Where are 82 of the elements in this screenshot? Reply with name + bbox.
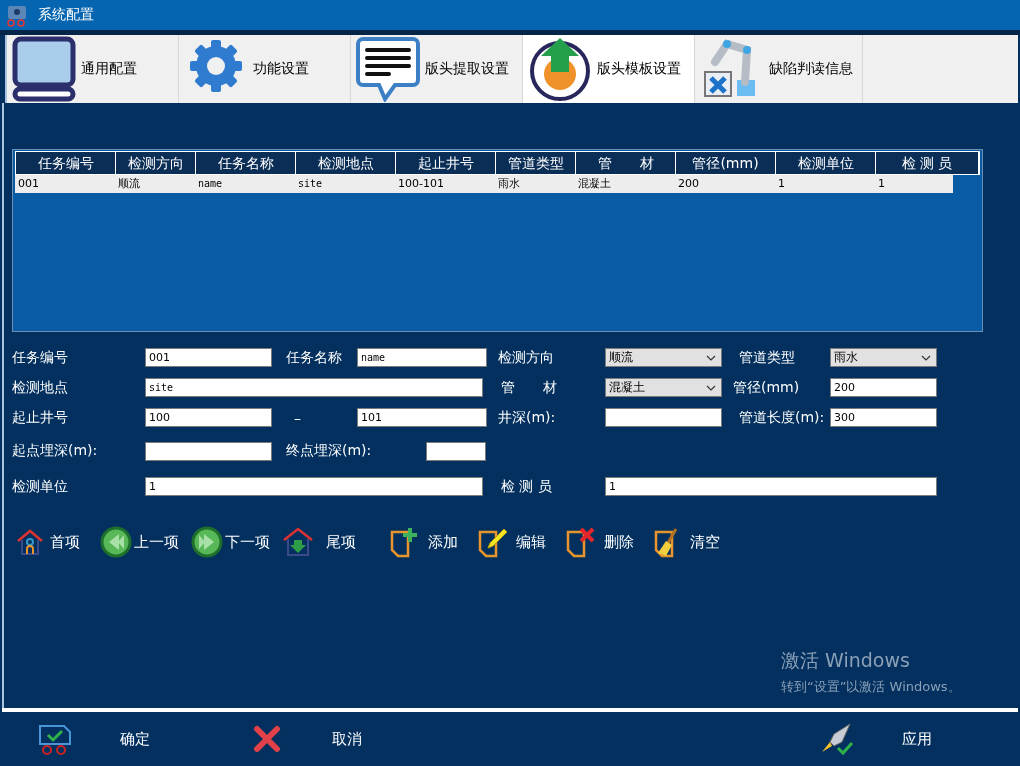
upload-icon bbox=[527, 36, 593, 102]
input-field[interactable]: site bbox=[145, 378, 483, 397]
field-label: 管道类型 bbox=[739, 348, 796, 367]
field-label: 检测单位 bbox=[12, 477, 69, 496]
table-cell-text: 100-101 bbox=[397, 176, 445, 192]
table-cell-text: site bbox=[297, 177, 324, 191]
chevron-down-icon bbox=[706, 384, 716, 391]
home-icon bbox=[16, 528, 44, 556]
column-header[interactable]: 管 材 bbox=[576, 152, 676, 174]
dropdown[interactable]: 顺流 bbox=[605, 348, 722, 367]
edit-document-icon bbox=[476, 526, 508, 558]
range-separator: – bbox=[293, 409, 302, 426]
field-label: 检测方向 bbox=[498, 348, 555, 367]
input-field[interactable] bbox=[605, 408, 722, 427]
field-label: 起止井号 bbox=[12, 408, 69, 427]
input-field[interactable]: name bbox=[357, 348, 487, 367]
toolbar-button[interactable]: 编辑 bbox=[476, 526, 546, 558]
footer-button[interactable]: 取消 bbox=[246, 723, 368, 755]
table-cell-text: 1 bbox=[877, 176, 886, 192]
input-field[interactable]: 101 bbox=[357, 408, 487, 427]
toolbar-button[interactable]: 上一项 bbox=[100, 526, 179, 558]
chevron-down-icon bbox=[921, 354, 931, 361]
cart-check-icon bbox=[38, 722, 72, 756]
field-label: 任务编号 bbox=[12, 348, 69, 367]
table-cell-text: 001 bbox=[17, 176, 40, 192]
delete-document-icon bbox=[564, 526, 596, 558]
activation-title: 激活 Windows bbox=[781, 648, 911, 673]
footer-button[interactable]: 应用 bbox=[814, 721, 938, 757]
activation-message: 转到“设置”以激活 Windows。 bbox=[781, 678, 961, 696]
field-label: 检 测 员 bbox=[501, 477, 553, 496]
field-label: 终点埋深(m): bbox=[286, 442, 373, 460]
input-field[interactable]: 1 bbox=[605, 477, 937, 496]
input-field[interactable]: 200 bbox=[830, 378, 937, 397]
toolbar-button[interactable]: 下一项 bbox=[191, 526, 270, 558]
field-label: 井深(m): bbox=[498, 408, 557, 427]
column-header[interactable]: 管道类型 bbox=[496, 152, 576, 174]
footer-button[interactable]: 确定 bbox=[32, 721, 156, 757]
table-cell-text: 顺流 bbox=[117, 176, 141, 192]
column-header[interactable]: 起止井号 bbox=[396, 152, 496, 174]
close-icon bbox=[252, 724, 282, 754]
toolbar-button[interactable]: 删除 bbox=[564, 526, 634, 558]
column-header[interactable]: 检测地点 bbox=[296, 152, 396, 174]
field-label: 检测地点 bbox=[12, 378, 69, 397]
input-field[interactable]: 001 bbox=[145, 348, 272, 367]
input-field[interactable] bbox=[145, 441, 272, 461]
input-field[interactable] bbox=[426, 441, 486, 461]
window-title: 系统配置 bbox=[38, 6, 94, 24]
column-header[interactable]: 任务编号 bbox=[16, 152, 116, 174]
input-field[interactable]: 1 bbox=[145, 477, 483, 496]
monitor-icon bbox=[11, 36, 77, 102]
add-document-icon bbox=[388, 526, 420, 558]
column-header[interactable]: 检测单位 bbox=[776, 152, 876, 174]
table-cell-text: 混凝土 bbox=[577, 176, 612, 192]
field-label: 起点埋深(m): bbox=[12, 442, 99, 460]
table-row[interactable]: 001 顺流 name site 100-101 雨水 混凝土 200 1 1 bbox=[15, 175, 953, 193]
table-cell-text: 200 bbox=[677, 176, 700, 192]
field-label: 管 材 bbox=[501, 378, 558, 397]
chevron-down-icon bbox=[706, 354, 716, 361]
fast-forward-icon bbox=[191, 526, 223, 558]
rocket-check-icon bbox=[820, 722, 854, 756]
toolbar-button[interactable]: 添加 bbox=[388, 526, 458, 558]
column-header[interactable]: 管径(mm) bbox=[676, 152, 776, 174]
column-header[interactable]: 检测方向 bbox=[116, 152, 196, 174]
input-field[interactable]: 300 bbox=[830, 408, 937, 427]
column-header[interactable]: 检 测 员 bbox=[876, 152, 979, 174]
table-cell-text: 雨水 bbox=[497, 176, 521, 192]
table-cell-text: name bbox=[197, 177, 224, 191]
toolbar-button[interactable]: 清空 bbox=[652, 526, 720, 558]
input-field[interactable]: 100 bbox=[145, 408, 272, 427]
column-header[interactable]: 任务名称 bbox=[196, 152, 296, 174]
dropdown[interactable]: 雨水 bbox=[830, 348, 937, 367]
home-down-arrow-icon bbox=[282, 526, 314, 558]
toolbar-button[interactable]: 首项 bbox=[16, 528, 80, 556]
dropdown[interactable]: 混凝土 bbox=[605, 378, 722, 397]
field-label: 管径(mm) bbox=[733, 378, 801, 397]
rewind-icon bbox=[100, 526, 132, 558]
table-cell-text: 1 bbox=[777, 176, 786, 192]
toolbar-button[interactable]: 尾项 bbox=[282, 526, 356, 558]
field-label: 任务名称 bbox=[286, 348, 343, 367]
speech-bubble-icon bbox=[355, 36, 421, 102]
field-label: 管道长度(m): bbox=[739, 408, 826, 427]
tab[interactable]: 版头模板设置 bbox=[523, 35, 695, 103]
